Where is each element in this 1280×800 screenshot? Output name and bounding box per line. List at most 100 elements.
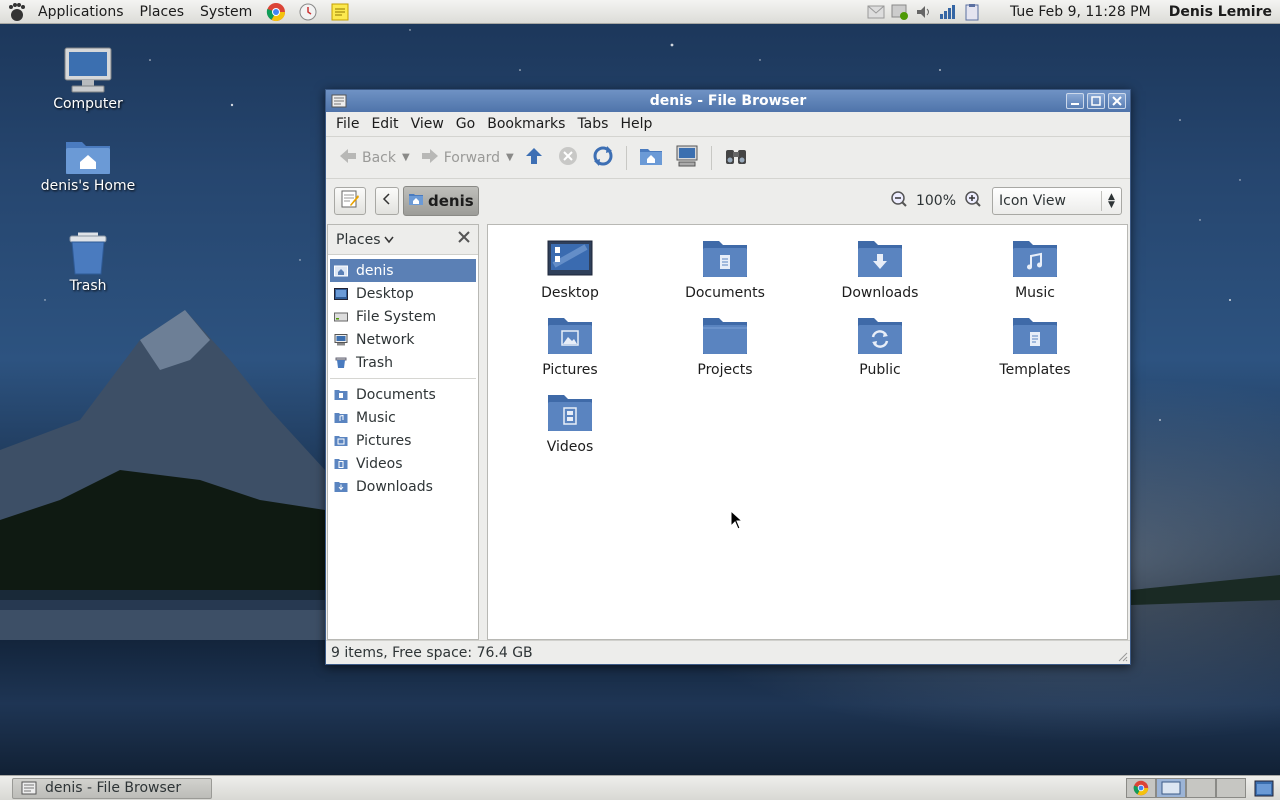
menu-help[interactable]: Help xyxy=(614,116,658,132)
sidebar-item-desktop[interactable]: Desktop xyxy=(330,282,476,305)
file-item-desktop[interactable]: Desktop xyxy=(500,239,640,301)
breadcrumb-denis[interactable]: denis xyxy=(403,186,479,216)
chevron-down-icon xyxy=(383,232,394,248)
back-history-dropdown[interactable]: ▼ xyxy=(402,152,410,163)
file-item-videos[interactable]: Videos xyxy=(500,393,640,455)
sidebar-item-network[interactable]: Network xyxy=(330,328,476,351)
file-item-label: Public xyxy=(859,362,901,378)
menu-bookmarks[interactable]: Bookmarks xyxy=(481,116,571,132)
breadcrumb-label: denis xyxy=(428,192,474,210)
up-arrow-icon xyxy=(524,146,544,170)
desktop-computer[interactable]: Computer xyxy=(33,46,143,112)
zoom-in-icon[interactable] xyxy=(964,190,982,212)
toolbar: Back ▼ Forward ▼ xyxy=(326,137,1130,179)
music-folder-icon xyxy=(1011,239,1059,279)
forward-button[interactable]: Forward xyxy=(416,143,504,173)
panel-clock[interactable]: Tue Feb 9, 11:28 PM xyxy=(1010,4,1151,20)
computer-button[interactable] xyxy=(671,143,703,173)
user-menu[interactable]: Denis Lemire xyxy=(1169,4,1272,20)
sidebar-item-downloads[interactable]: Downloads xyxy=(330,475,476,498)
window-titlebar[interactable]: denis - File Browser xyxy=(326,90,1130,112)
resize-grip-icon[interactable] xyxy=(1116,650,1128,662)
desktop-home[interactable]: denis's Home xyxy=(33,128,143,194)
stop-icon xyxy=(558,146,578,170)
home-button[interactable] xyxy=(635,143,667,173)
sidebar-item-label: Pictures xyxy=(356,432,412,449)
sidebar-close-button[interactable] xyxy=(456,231,472,247)
file-item-label: Desktop xyxy=(541,285,599,301)
back-button[interactable]: Back xyxy=(334,143,400,173)
workspace-2[interactable] xyxy=(1156,778,1186,798)
location-bar: denis 100% Icon View ▲ ▼ xyxy=(326,179,1130,223)
toolbar-separator xyxy=(710,145,712,170)
reload-button[interactable] xyxy=(588,143,618,173)
file-item-downloads[interactable]: Downloads xyxy=(810,239,950,301)
view-mode-select[interactable]: Icon View ▲ ▼ xyxy=(992,187,1122,215)
menu-file[interactable]: File xyxy=(330,116,365,132)
notes-icon[interactable] xyxy=(329,1,351,23)
gnome-foot-icon[interactable] xyxy=(6,1,28,23)
pane-resize-handle[interactable] xyxy=(479,224,487,640)
sidebar-item-file-system[interactable]: File System xyxy=(330,305,476,328)
sidebar-item-music[interactable]: Music xyxy=(330,406,476,429)
file-item-music[interactable]: Music xyxy=(965,239,1105,301)
sidebar-item-documents[interactable]: Documents xyxy=(330,383,476,406)
signal-icon[interactable] xyxy=(938,2,958,22)
music-folder-icon xyxy=(334,412,348,424)
templates-folder-icon xyxy=(1011,316,1059,356)
workspace-4[interactable] xyxy=(1216,778,1246,798)
file-item-templates[interactable]: Templates xyxy=(965,316,1105,378)
clock-app-icon[interactable] xyxy=(297,1,319,23)
up-button[interactable] xyxy=(520,143,548,173)
folder-icon xyxy=(701,316,749,356)
close-button[interactable] xyxy=(1108,93,1126,109)
toggle-location-entry-button[interactable] xyxy=(334,187,366,215)
videos-folder-icon xyxy=(334,458,348,470)
downloads-folder-icon xyxy=(856,239,904,279)
sidebar-item-trash[interactable]: Trash xyxy=(330,351,476,374)
stop-button[interactable] xyxy=(554,143,582,173)
sidebar-item-pictures[interactable]: Pictures xyxy=(330,429,476,452)
desktop-icon xyxy=(334,287,348,300)
forward-history-dropdown[interactable]: ▼ xyxy=(506,152,514,163)
clipboard-icon[interactable] xyxy=(962,2,982,22)
status-text: 9 items, Free space: 76.4 GB xyxy=(331,644,533,661)
menu-tabs[interactable]: Tabs xyxy=(571,116,614,132)
taskbar-window-button[interactable]: denis - File Browser xyxy=(12,777,212,799)
home-folder-icon xyxy=(639,146,663,170)
sidebar-item-label: Videos xyxy=(356,455,403,472)
crumb-scroll-left-button[interactable] xyxy=(375,187,399,215)
workspace-1[interactable] xyxy=(1126,778,1156,798)
file-icon-view[interactable]: Desktop Documents Downloads Music Pictur… xyxy=(487,224,1128,640)
file-item-documents[interactable]: Documents xyxy=(655,239,795,301)
applications-menu[interactable]: Applications xyxy=(30,0,132,24)
desktop-trash[interactable]: Trash xyxy=(33,228,143,294)
sidebar-item-label: Desktop xyxy=(356,285,414,302)
trash-icon xyxy=(334,357,348,369)
search-button[interactable] xyxy=(720,143,752,173)
file-item-pictures[interactable]: Pictures xyxy=(500,316,640,378)
system-menu[interactable]: System xyxy=(192,0,260,24)
home-folder-icon xyxy=(62,128,114,176)
places-menu[interactable]: Places xyxy=(132,0,193,24)
forward-arrow-icon xyxy=(420,148,440,168)
workspace-3[interactable] xyxy=(1186,778,1216,798)
pictures-folder-icon xyxy=(546,316,594,356)
menu-edit[interactable]: Edit xyxy=(365,116,404,132)
window-menu-icon[interactable] xyxy=(331,93,347,109)
mail-icon[interactable] xyxy=(866,2,886,22)
sidebar-item-videos[interactable]: Videos xyxy=(330,452,476,475)
minimize-button[interactable] xyxy=(1066,93,1084,109)
computer-icon xyxy=(62,46,114,94)
chrome-icon[interactable] xyxy=(265,1,287,23)
show-desktop-icon[interactable] xyxy=(1252,777,1276,799)
sidebar-item-denis[interactable]: denis xyxy=(330,259,476,282)
menu-view[interactable]: View xyxy=(405,116,450,132)
file-item-projects[interactable]: Projects xyxy=(655,316,795,378)
update-icon[interactable] xyxy=(890,2,910,22)
file-item-public[interactable]: Public xyxy=(810,316,950,378)
menu-go[interactable]: Go xyxy=(450,116,481,132)
zoom-out-icon[interactable] xyxy=(890,190,908,212)
volume-icon[interactable] xyxy=(914,2,934,22)
maximize-button[interactable] xyxy=(1087,93,1105,109)
